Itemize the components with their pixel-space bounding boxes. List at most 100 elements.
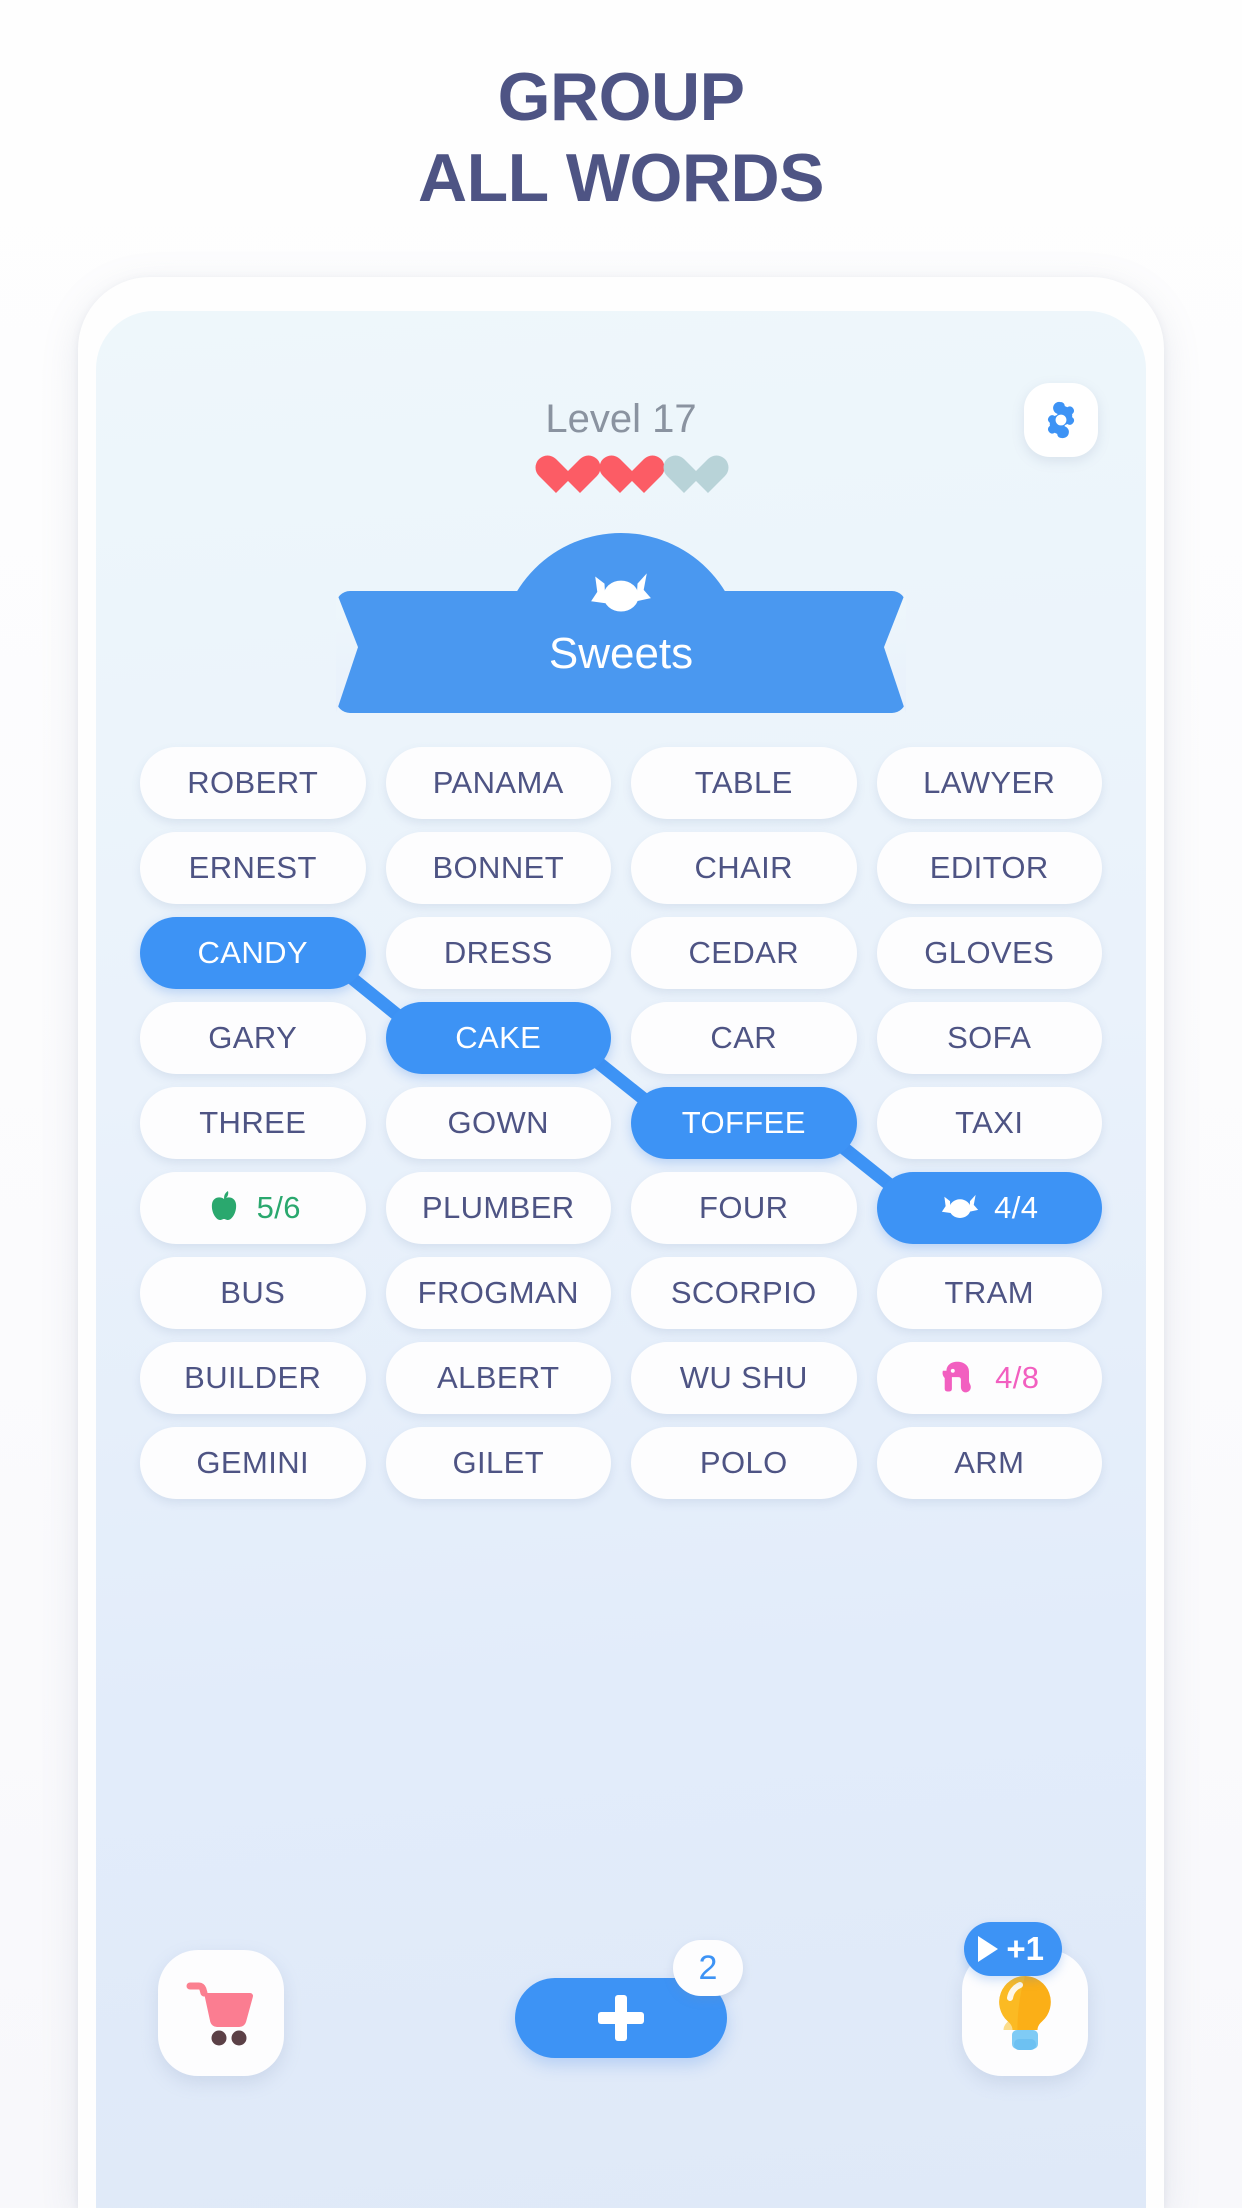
word-tile[interactable]: TRAM bbox=[876, 1257, 1102, 1329]
word-tile-label: GOWN bbox=[447, 1105, 549, 1140]
word-tile[interactable]: CEDAR bbox=[631, 917, 857, 989]
lives-hearts bbox=[96, 457, 1146, 497]
word-tile-label: THREE bbox=[199, 1105, 307, 1140]
word-tile-label: EDITOR bbox=[929, 850, 1049, 885]
word-tile-label: POLO bbox=[699, 1445, 788, 1480]
word-tile[interactable]: SCORPIO bbox=[631, 1257, 857, 1329]
word-tile-label: BUILDER bbox=[184, 1360, 322, 1395]
word-tile-label: ALBERT bbox=[437, 1360, 560, 1395]
word-tile[interactable]: FOUR bbox=[631, 1172, 857, 1244]
phone-frame: Level 17 Sweets ROBERT PANAMA TABLE LAWY… bbox=[78, 277, 1164, 2208]
word-tile-label: GARY bbox=[208, 1020, 298, 1055]
word-tile[interactable]: TABLE bbox=[631, 747, 857, 819]
word-tile[interactable]: ERNEST bbox=[140, 832, 366, 904]
word-tile[interactable]: ROBERT bbox=[140, 747, 366, 819]
category-banner: Sweets bbox=[96, 533, 1146, 713]
word-tile-label: ERNEST bbox=[188, 850, 317, 885]
word-grid: ROBERT PANAMA TABLE LAWYER ERNEST BONNET CHAIR… bbox=[140, 747, 1102, 1499]
word-tile[interactable]: DRESS bbox=[385, 917, 611, 989]
word-tile-label: FOUR bbox=[699, 1190, 789, 1225]
word-tile[interactable]: PLUMBER bbox=[385, 1172, 611, 1244]
word-tile-label: TOFFEE bbox=[681, 1105, 806, 1140]
word-tile-label: DRESS bbox=[443, 935, 553, 970]
word-tile[interactable]: SOFA bbox=[876, 1002, 1102, 1074]
word-tile-label: PLUMBER bbox=[421, 1190, 575, 1225]
word-tile[interactable]: CHAIR bbox=[631, 832, 857, 904]
word-tile-label: ROBERT bbox=[187, 765, 319, 800]
counter-tile-elephant[interactable]: 4/8 bbox=[876, 1342, 1102, 1414]
word-tile-label: TAXI bbox=[955, 1105, 1024, 1140]
word-tile-label: CANDY bbox=[197, 935, 308, 970]
shopping-cart-icon bbox=[186, 1982, 254, 2046]
word-tile[interactable]: ALBERT bbox=[385, 1342, 611, 1414]
word-tile[interactable]: CAR bbox=[631, 1002, 857, 1074]
counter-tile-candy[interactable]: 4/4 bbox=[876, 1172, 1102, 1244]
word-tile-label: SOFA bbox=[947, 1020, 1032, 1055]
headline-line-2: ALL WORDS bbox=[418, 140, 825, 217]
page-title: GROUP ALL WORDS bbox=[0, 59, 1242, 217]
heart-icon-3 bbox=[663, 457, 707, 497]
word-tile[interactable]: ARM bbox=[876, 1427, 1102, 1499]
plus-icon bbox=[598, 1995, 644, 2041]
candy-icon bbox=[940, 1191, 980, 1225]
counter-tile-apple[interactable]: 5/6 bbox=[140, 1172, 366, 1244]
word-tile[interactable]: LAWYER bbox=[876, 747, 1102, 819]
word-tile-label: FROGMAN bbox=[417, 1275, 579, 1310]
word-tile-label: SCORPIO bbox=[670, 1275, 817, 1310]
word-tile[interactable]: BUILDER bbox=[140, 1342, 366, 1414]
play-icon bbox=[978, 1936, 999, 1962]
word-tile[interactable]: GOWN bbox=[385, 1087, 611, 1159]
headline-line-1: GROUP bbox=[497, 59, 745, 135]
word-tile[interactable]: TAXI bbox=[876, 1087, 1102, 1159]
word-tile[interactable]: CANDY bbox=[140, 917, 366, 989]
word-tile-label: CHAIR bbox=[694, 850, 793, 885]
word-tile[interactable]: THREE bbox=[140, 1087, 366, 1159]
bottom-toolbar: 2 +1 bbox=[96, 1922, 1146, 2102]
apple-icon bbox=[205, 1189, 243, 1227]
app-screenshot: GROUP ALL WORDS Level 17 Sweets ROBERT P… bbox=[0, 0, 1242, 2208]
word-tile[interactable]: TOFFEE bbox=[631, 1087, 857, 1159]
word-tile-label: TABLE bbox=[694, 765, 793, 800]
word-tile-label: LAWYER bbox=[923, 765, 1056, 800]
lightbulb-icon bbox=[999, 1976, 1051, 2050]
counter-value: 5/6 bbox=[256, 1190, 301, 1225]
word-tile-label: PANAMA bbox=[432, 765, 564, 800]
word-tile[interactable]: FROGMAN bbox=[385, 1257, 611, 1329]
word-tile-label: GLOVES bbox=[924, 935, 1055, 970]
word-tile-label: BUS bbox=[220, 1275, 286, 1310]
settings-button[interactable] bbox=[1024, 383, 1098, 457]
word-tile[interactable]: GILET bbox=[385, 1427, 611, 1499]
word-tile[interactable]: BONNET bbox=[385, 832, 611, 904]
word-tile[interactable]: CAKE bbox=[385, 1002, 611, 1074]
word-tile-label: GILET bbox=[452, 1445, 545, 1480]
word-tile-label: CAKE bbox=[455, 1020, 542, 1055]
elephant-icon bbox=[939, 1360, 981, 1396]
word-tile-label: BONNET bbox=[432, 850, 565, 885]
level-label: Level 17 bbox=[545, 397, 697, 441]
counter-value: 4/8 bbox=[995, 1360, 1040, 1395]
word-tile[interactable]: GEMINI bbox=[140, 1427, 366, 1499]
word-tile[interactable]: GARY bbox=[140, 1002, 366, 1074]
add-badge-count: 2 bbox=[673, 1940, 743, 1996]
counter-value: 4/4 bbox=[994, 1190, 1039, 1225]
shop-button[interactable] bbox=[158, 1950, 284, 2076]
hint-badge-label: +1 bbox=[1006, 1930, 1044, 1967]
word-tile[interactable]: EDITOR bbox=[876, 832, 1102, 904]
word-tile-label: CAR bbox=[710, 1020, 778, 1055]
word-tile[interactable]: PANAMA bbox=[385, 747, 611, 819]
heart-icon-2 bbox=[599, 457, 643, 497]
game-screen: Level 17 Sweets ROBERT PANAMA TABLE LAWY… bbox=[96, 311, 1146, 2208]
word-tile-label: GEMINI bbox=[196, 1445, 310, 1480]
heart-icon-1 bbox=[535, 457, 579, 497]
word-tile[interactable]: GLOVES bbox=[876, 917, 1102, 989]
word-tile-label: CEDAR bbox=[688, 935, 799, 970]
word-tile[interactable]: WU SHU bbox=[631, 1342, 857, 1414]
hint-reward-badge[interactable]: +1 bbox=[964, 1922, 1062, 1976]
hint-button[interactable]: +1 bbox=[962, 1922, 1088, 2076]
candy-icon bbox=[591, 573, 651, 612]
word-tile-label: WU SHU bbox=[679, 1360, 808, 1395]
word-tile[interactable]: BUS bbox=[140, 1257, 366, 1329]
gear-icon bbox=[1047, 401, 1075, 439]
word-tile[interactable]: POLO bbox=[631, 1427, 857, 1499]
word-tile-label: TRAM bbox=[944, 1275, 1034, 1310]
